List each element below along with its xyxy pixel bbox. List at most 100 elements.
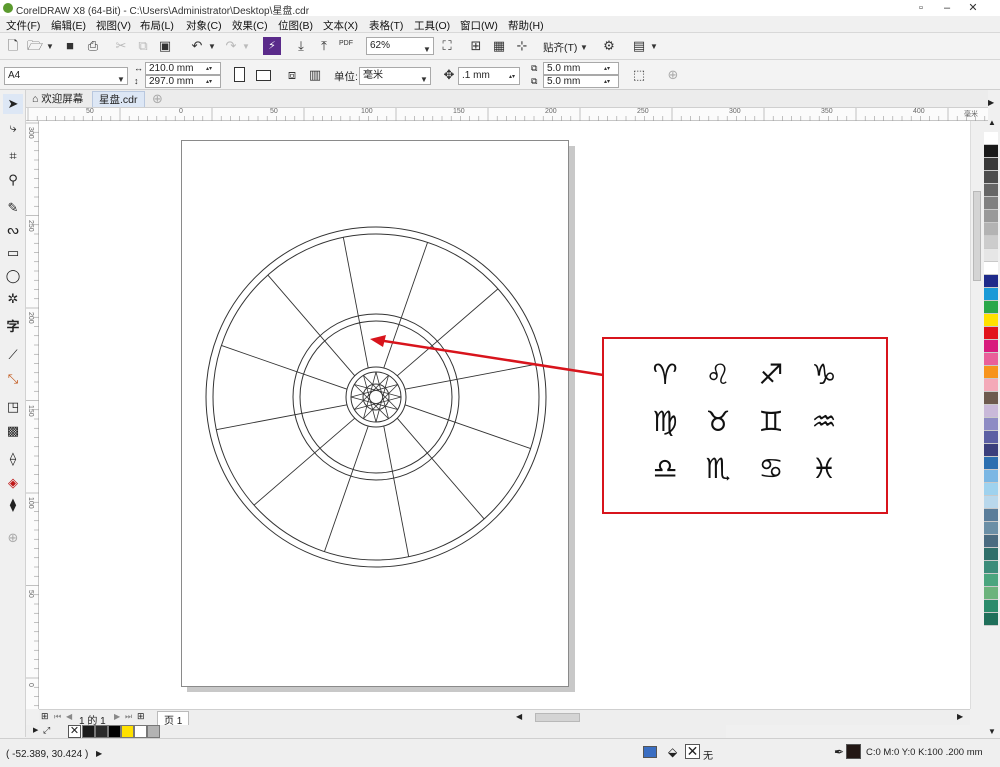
width-spinner-icon[interactable]: ▴▾ bbox=[206, 64, 212, 75]
menu-table[interactable]: 表格(T) bbox=[369, 18, 403, 33]
aries-symbol[interactable]: ♈ bbox=[640, 353, 690, 397]
crop-tool-icon[interactable]: ⌗ bbox=[3, 146, 23, 166]
publish-pdf-icon[interactable]: PDF bbox=[339, 40, 353, 47]
restore-icon[interactable]: ▫ bbox=[908, 0, 934, 16]
zoom-level-field[interactable]: 62% ▼ bbox=[366, 37, 434, 55]
palette-swatch[interactable] bbox=[984, 366, 998, 379]
full-screen-icon[interactable]: ⛶ bbox=[438, 37, 456, 55]
paper-size-dropdown-icon[interactable]: ▼ bbox=[117, 72, 125, 88]
export-icon[interactable]: ⤒ bbox=[315, 37, 333, 55]
capricorn-symbol[interactable]: ♑ bbox=[799, 353, 849, 397]
duplicate-y-spinner-icon[interactable]: ▴▾ bbox=[604, 77, 610, 88]
redo-icon[interactable]: ↷ bbox=[222, 37, 240, 55]
horizontal-scroll-right-icon[interactable]: ▶ bbox=[957, 712, 963, 721]
doc-palette-menu-icon[interactable]: ▶ bbox=[33, 726, 38, 734]
vertical-scrollbar[interactable] bbox=[970, 121, 982, 709]
menu-bitmap[interactable]: 位图(B) bbox=[278, 18, 313, 33]
gemini-symbol[interactable]: ♊ bbox=[746, 400, 796, 444]
palette-swatch[interactable] bbox=[984, 600, 998, 613]
first-page-icon[interactable]: ⏮ bbox=[54, 712, 61, 722]
taurus-symbol[interactable]: ♉ bbox=[693, 400, 743, 444]
interactive-fill-tool-icon[interactable]: ◈ bbox=[3, 473, 23, 493]
doc-palette-swatch[interactable] bbox=[147, 725, 160, 738]
palette-swatch[interactable] bbox=[984, 418, 998, 431]
palette-swatch[interactable] bbox=[984, 587, 998, 600]
app-launcher-icon[interactable]: ▤ bbox=[630, 37, 648, 55]
palette-swatch[interactable] bbox=[984, 171, 998, 184]
doc-palette-swatch[interactable] bbox=[95, 725, 108, 738]
next-page-icon[interactable]: ▶ bbox=[114, 712, 120, 721]
copy-icon[interactable]: ⧉ bbox=[134, 37, 152, 55]
open-dropdown-icon[interactable]: ▼ bbox=[46, 42, 54, 51]
palette-scroll-up-icon[interactable]: ▲ bbox=[988, 118, 996, 127]
palette-swatch[interactable] bbox=[984, 548, 998, 561]
add-tool-icon[interactable]: ⊕ bbox=[3, 528, 23, 548]
leo-symbol[interactable]: ♌ bbox=[693, 353, 743, 397]
palette-swatch[interactable] bbox=[984, 223, 998, 236]
palette-swatch[interactable] bbox=[984, 470, 998, 483]
cut-icon[interactable]: ✂ bbox=[112, 37, 130, 55]
save-icon[interactable]: ■ bbox=[61, 37, 79, 55]
paste-icon[interactable]: ▣ bbox=[156, 37, 174, 55]
units-select[interactable]: 毫米 ▼ bbox=[359, 67, 431, 85]
palette-swatch[interactable] bbox=[984, 392, 998, 405]
nudge-spinner-icon[interactable]: ▴▾ bbox=[509, 69, 515, 85]
palette-swatch[interactable] bbox=[984, 275, 998, 288]
freehand-tool-icon[interactable]: ✎ bbox=[3, 198, 23, 218]
scorpio-symbol[interactable]: ♏ bbox=[693, 447, 743, 491]
zoom-dropdown-icon[interactable]: ▼ bbox=[423, 42, 431, 58]
eyedropper-tool-icon[interactable]: ⟠ bbox=[3, 449, 23, 469]
menu-view[interactable]: 视图(V) bbox=[96, 18, 131, 33]
prev-page-icon[interactable]: ◀ bbox=[66, 712, 72, 721]
palette-swatch[interactable] bbox=[984, 613, 998, 626]
no-fill-swatch[interactable]: ✕ bbox=[685, 744, 700, 759]
close-icon[interactable]: ✕ bbox=[960, 0, 986, 16]
transparency-tool-icon[interactable]: ▩ bbox=[3, 421, 23, 441]
palette-swatch[interactable] bbox=[984, 353, 998, 366]
palette-swatch[interactable] bbox=[984, 483, 998, 496]
zodiac-symbols-box[interactable]: ♈ ♌ ♐ ♑ ♍ ♉ ♊ ♒ ♎ ♏ ♋ ♓ bbox=[602, 337, 888, 514]
tab-welcome-screen[interactable]: ⌂ 欢迎屏幕 bbox=[26, 91, 89, 107]
palette-swatch[interactable] bbox=[984, 340, 998, 353]
redo-dropdown-icon[interactable]: ▼ bbox=[242, 42, 250, 51]
nudge-distance-field[interactable]: .1 mm ▴▾ bbox=[458, 67, 520, 85]
menu-layout[interactable]: 布局(L) bbox=[140, 18, 174, 33]
page-width-field[interactable]: 210.0 mm ▴▾ bbox=[145, 62, 221, 75]
sagittarius-symbol[interactable]: ♐ bbox=[746, 353, 796, 397]
undo-icon[interactable]: ↶ bbox=[188, 37, 206, 55]
palette-swatch[interactable] bbox=[984, 509, 998, 522]
outline-pen-icon[interactable]: ✒ bbox=[834, 745, 844, 759]
rectangle-tool-icon[interactable]: ▭ bbox=[3, 243, 23, 263]
palette-swatch[interactable] bbox=[984, 145, 998, 158]
open-folder-icon[interactable]: 🗁 bbox=[26, 37, 44, 55]
palette-swatch[interactable] bbox=[984, 197, 998, 210]
duplicate-x-spinner-icon[interactable]: ▴▾ bbox=[604, 64, 610, 75]
ellipse-tool-icon[interactable]: ◯ bbox=[3, 266, 23, 286]
landscape-icon[interactable] bbox=[256, 70, 271, 81]
add-page-before-icon[interactable]: ⊞ bbox=[41, 711, 49, 722]
snap-to-dropdown[interactable]: 贴齐(T) bbox=[543, 40, 577, 55]
palette-swatch[interactable] bbox=[984, 444, 998, 457]
treat-as-filled-icon[interactable]: ⬚ bbox=[630, 66, 648, 84]
paper-size-select[interactable]: A4 ▼ bbox=[4, 67, 128, 85]
palette-swatch[interactable] bbox=[984, 405, 998, 418]
polygon-tool-icon[interactable]: ✲ bbox=[3, 289, 23, 309]
palette-swatch[interactable] bbox=[984, 522, 998, 535]
palette-swatch[interactable] bbox=[984, 210, 998, 223]
cancer-symbol[interactable]: ♋ bbox=[746, 447, 796, 491]
app-launcher-dropdown-icon[interactable]: ▼ bbox=[650, 42, 658, 51]
palette-swatch[interactable] bbox=[984, 561, 998, 574]
print-icon[interactable]: ⎙ bbox=[84, 37, 102, 55]
search-content-icon[interactable]: ⚡ bbox=[263, 37, 281, 55]
palette-swatch[interactable] bbox=[984, 158, 998, 171]
palette-swatch[interactable] bbox=[984, 184, 998, 197]
new-document-icon[interactable]: 🗋 bbox=[4, 37, 22, 55]
horizontal-ruler[interactable]: 50 0 50 100 150 200 250 300 350 400 毫米 bbox=[26, 108, 988, 121]
minimize-icon[interactable]: – bbox=[934, 0, 960, 16]
scroll-thumb[interactable] bbox=[973, 191, 981, 281]
smart-fill-tool-icon[interactable]: ⧫ bbox=[3, 495, 23, 515]
color-proof-icon[interactable] bbox=[643, 746, 657, 758]
doc-palette-eyedropper-icon[interactable]: ⤢ bbox=[43, 725, 50, 736]
doc-palette-swatch[interactable] bbox=[82, 725, 95, 738]
horizontal-scroll-thumb[interactable] bbox=[535, 713, 580, 722]
